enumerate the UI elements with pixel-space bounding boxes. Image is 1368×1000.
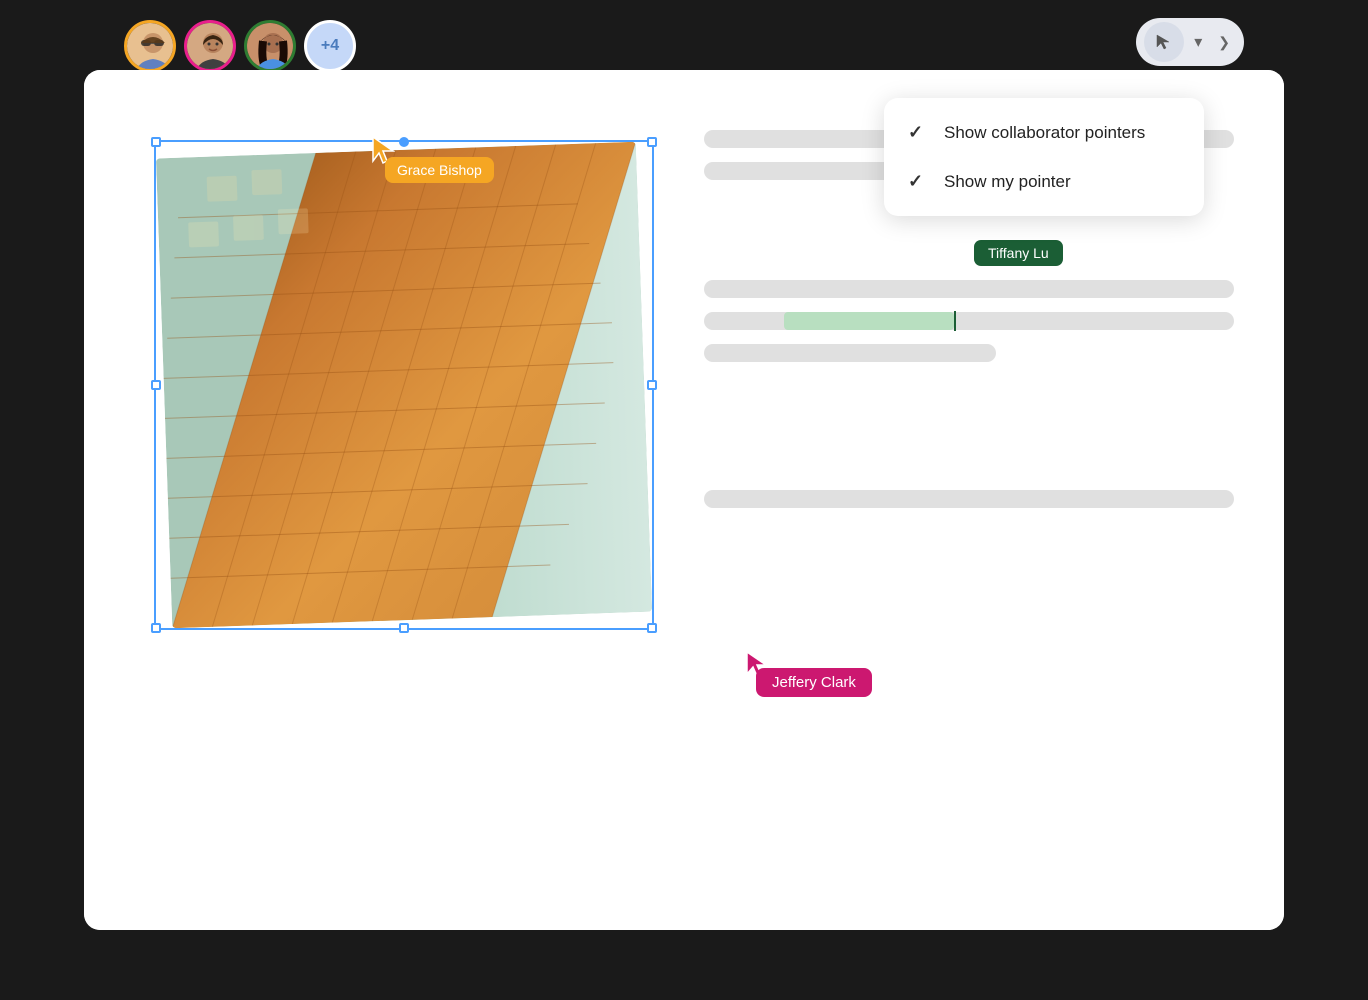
- show-collaborator-pointers-label: Show collaborator pointers: [944, 123, 1145, 143]
- extra-users-badge[interactable]: +4: [304, 20, 356, 72]
- tiffany-area: Tiffany Lu: [704, 250, 1234, 376]
- handle-bottom-mid[interactable]: [399, 623, 409, 633]
- cursor-mode-button[interactable]: [1144, 22, 1184, 62]
- tiffany-label: Tiffany Lu: [974, 240, 1063, 266]
- cursor-toolbar-group: ▾ ❯: [1136, 18, 1244, 66]
- building-svg: [156, 142, 652, 628]
- text-selection-line[interactable]: [704, 312, 1234, 330]
- handle-top-right[interactable]: [647, 137, 657, 147]
- avatar-user2[interactable]: [184, 20, 236, 72]
- cursor-icon: [1155, 33, 1173, 51]
- text-selection-highlight: [784, 312, 954, 330]
- collaborator-dropdown: ✓ Show collaborator pointers ✓ Show my p…: [884, 98, 1204, 216]
- toolbar-area: ▾ ❯: [1136, 18, 1244, 66]
- canvas-area: +4 ▾ ❯ ✓ Show collaborator pointers: [84, 70, 1284, 930]
- handle-bottom-right[interactable]: [647, 623, 657, 633]
- content-line-5: [704, 490, 1234, 508]
- handle-bottom-left[interactable]: [151, 623, 161, 633]
- check-icon-collab: ✓: [908, 122, 928, 143]
- image-selection-area: Grace Bishop: [144, 130, 654, 640]
- avatars-row: +4: [124, 20, 356, 72]
- grace-cursor-area: Grace Bishop: [369, 135, 397, 172]
- avatar-user1[interactable]: [124, 20, 176, 72]
- main-content: ✓ Show collaborator pointers ✓ Show my p…: [84, 70, 1284, 930]
- handle-mid-left[interactable]: [151, 380, 161, 390]
- grace-label: Grace Bishop: [385, 157, 494, 183]
- avatar-user3[interactable]: [244, 20, 296, 72]
- check-icon-my: ✓: [908, 171, 928, 192]
- content-line-4: [704, 344, 996, 362]
- building-image[interactable]: [156, 142, 652, 628]
- handle-top-mid[interactable]: [399, 137, 409, 147]
- text-cursor: [954, 311, 956, 331]
- jeffery-label: Jeffery Clark: [756, 668, 872, 697]
- show-my-pointer-label: Show my pointer: [944, 172, 1071, 192]
- bottom-content-area: [704, 490, 1234, 522]
- handle-mid-right[interactable]: [647, 380, 657, 390]
- content-line-3: [704, 280, 1234, 298]
- handle-top-left[interactable]: [151, 137, 161, 147]
- jeffery-cursor-area: Jeffery Clark: [744, 650, 770, 685]
- dropdown-arrow-button[interactable]: ▾: [1188, 28, 1208, 56]
- show-collaborator-pointers-item[interactable]: ✓ Show collaborator pointers: [884, 108, 1204, 157]
- expand-button[interactable]: ❯: [1212, 30, 1236, 55]
- show-my-pointer-item[interactable]: ✓ Show my pointer: [884, 157, 1204, 206]
